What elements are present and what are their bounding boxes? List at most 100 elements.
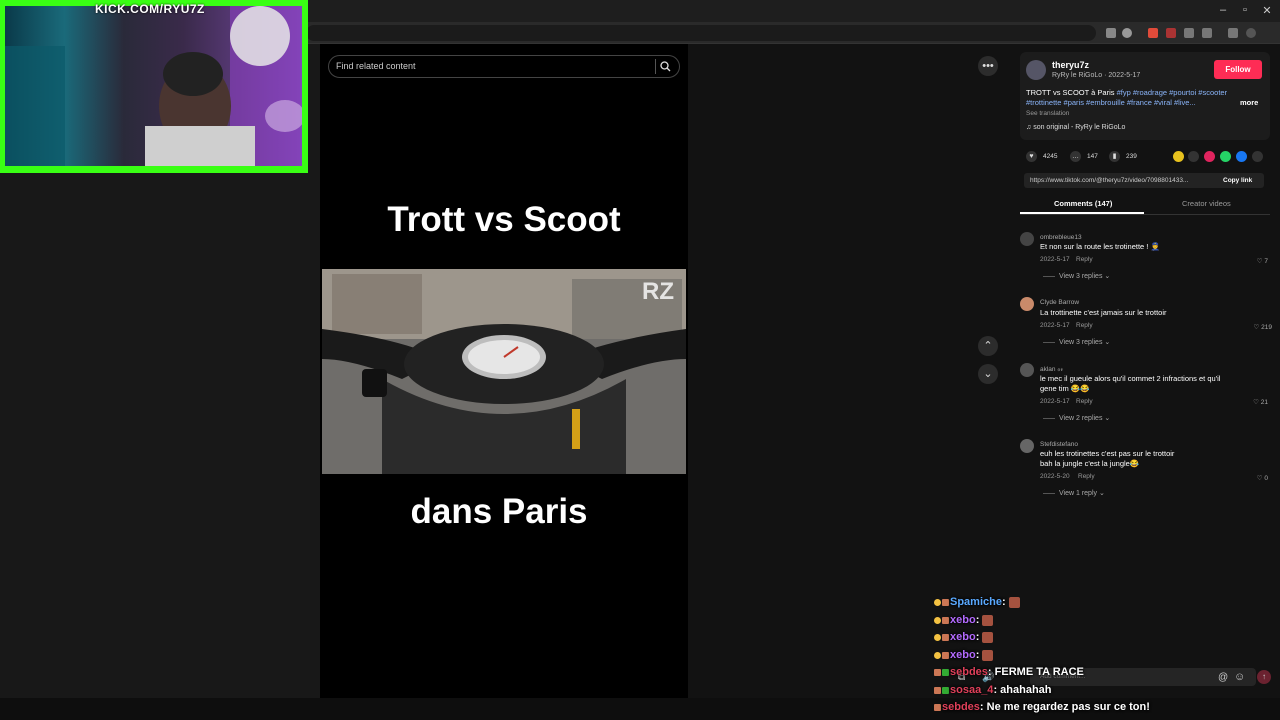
comment-reply-button[interactable]: Reply <box>1078 473 1095 480</box>
follow-button[interactable]: Follow <box>1214 60 1262 79</box>
comment-username[interactable]: ombrebleue13 <box>1040 234 1082 241</box>
comment-avatar[interactable] <box>1020 297 1034 311</box>
chat-text: ahahahah <box>1000 684 1052 696</box>
comment-like-count[interactable]: ♡ 0 <box>1238 474 1268 482</box>
copy-link-button[interactable]: Copy link <box>1223 177 1252 184</box>
facebook-icon[interactable] <box>1236 151 1247 162</box>
comment-username[interactable]: Stefdistefano <box>1040 441 1078 448</box>
replies-line <box>1043 418 1055 419</box>
embed-icon[interactable] <box>1188 151 1199 162</box>
comment-reply-button[interactable]: Reply <box>1076 256 1093 263</box>
comment-username[interactable]: aklan ℴ𝓇 <box>1040 365 1063 374</box>
badge-icon <box>934 703 941 711</box>
extension-icon[interactable] <box>1148 28 1158 38</box>
creator-username[interactable]: theryu7z <box>1052 60 1089 70</box>
badge-icon <box>934 598 941 606</box>
see-translation-link[interactable]: See translation <box>1026 110 1069 117</box>
comment-reply-button[interactable]: Reply <box>1076 398 1093 405</box>
comment-like-count[interactable]: ♡ 7 <box>1238 257 1268 265</box>
comment-avatar[interactable] <box>1020 363 1034 377</box>
streamer-image <box>5 6 302 166</box>
video-frame: RZ <box>322 269 686 474</box>
search-placeholder: Find related content <box>336 61 416 71</box>
chat-message: sebdes: FERME TA RACE <box>934 666 1084 678</box>
more-link[interactable]: more <box>1240 98 1258 109</box>
view-replies-label: View 2 replies <box>1059 415 1103 422</box>
tab-creator-videos[interactable]: Creator videos <box>1182 199 1231 208</box>
comment-date: 2022-5-17 <box>1040 322 1070 329</box>
badge-icon <box>942 598 949 606</box>
minimize-button[interactable]: – <box>1212 4 1234 16</box>
comment-avatar[interactable] <box>1020 439 1034 453</box>
more-options-icon[interactable]: ••• <box>978 56 998 76</box>
like-count-value: 219 <box>1261 324 1272 331</box>
chat-username: xebo <box>950 649 976 661</box>
comment-icon[interactable]: … <box>1070 151 1081 162</box>
address-bar[interactable] <box>306 25 1096 41</box>
creator-avatar[interactable] <box>1026 60 1046 80</box>
chat-message: xebo: <box>934 631 994 643</box>
post-comment-icon[interactable]: ↑ <box>1257 670 1271 684</box>
badge-icon <box>942 668 949 676</box>
whatsapp-icon[interactable] <box>1220 151 1231 162</box>
search-icon[interactable] <box>660 61 671 72</box>
puzzle-icon[interactable] <box>1202 28 1212 38</box>
cast-icon[interactable] <box>1106 28 1116 38</box>
comment-text: bah la jungle c'est la jungle😂 <box>1040 459 1140 468</box>
heart-icon[interactable]: ♥ <box>1026 151 1037 162</box>
chat-message: sosaa_4: ahahahah <box>934 684 1052 696</box>
hashtags-line-2[interactable]: #trottinette #paris #embrouille #france … <box>1026 98 1224 109</box>
bookmark-icon[interactable]: ▮ <box>1109 151 1120 162</box>
chat-username: sebdes <box>942 701 980 713</box>
maximize-button[interactable]: ▫ <box>1234 4 1256 16</box>
comment-date: 2022-5-20 <box>1040 473 1070 480</box>
view-replies-button[interactable]: View 3 replies ⌄ <box>1059 272 1110 280</box>
mention-icon[interactable]: @ <box>1218 672 1228 683</box>
view-replies-button[interactable]: View 3 replies ⌄ <box>1059 338 1110 346</box>
comment-username[interactable]: Clyde Barrow <box>1040 299 1079 306</box>
sound-name: son original - RyRy le RiGoLo <box>1033 124 1126 131</box>
close-window-button[interactable]: ✕ <box>1256 4 1278 17</box>
comment-text: Et non sur la route les trotinette ! 👮 <box>1040 242 1160 251</box>
comment-date: 2022-5-17 <box>1040 398 1070 405</box>
tab-comments[interactable]: Comments (147) <box>1054 199 1112 208</box>
chat-message: xebo: <box>934 614 994 626</box>
send-icon[interactable] <box>1204 151 1215 162</box>
extension-icon[interactable] <box>1184 28 1194 38</box>
comment-avatar[interactable] <box>1020 232 1034 246</box>
view-replies-label: View 3 replies <box>1059 339 1103 346</box>
menu-list-icon[interactable] <box>1228 28 1238 38</box>
hashtags-line-1[interactable]: #fyp #roadrage #pourtoi #scooter <box>1117 88 1228 97</box>
comment-text: La trottinette c'est jamais sur le trott… <box>1040 308 1167 317</box>
view-replies-button[interactable]: View 2 replies ⌄ <box>1059 414 1110 422</box>
replies-line <box>1043 342 1055 343</box>
video-caption-subtitle: dans Paris <box>410 492 588 531</box>
chat-username: sebdes <box>950 666 988 678</box>
chat-text: FERME TA RACE <box>994 666 1084 678</box>
heart-outline-icon: ♡ <box>1253 324 1262 331</box>
comment-text: gene tim 😂😂 <box>1040 384 1090 393</box>
emoji-icon[interactable]: ☺ <box>1234 671 1245 683</box>
tab-active-indicator <box>1020 212 1144 214</box>
chat-message: sebdes: Ne me regardez pas sur ce ton! <box>934 701 1150 713</box>
extension-icon[interactable] <box>1166 28 1176 38</box>
chat-colon: : <box>979 701 987 713</box>
chevron-down-icon[interactable]: ⌄ <box>978 364 998 384</box>
profile-avatar-icon[interactable] <box>1246 28 1256 38</box>
share-arrow-icon[interactable] <box>1252 151 1263 162</box>
like-count-value: 0 <box>1264 475 1268 482</box>
chat-username: xebo <box>950 631 976 643</box>
kick-url-label: KICK.COM/RYU7Z <box>95 2 205 16</box>
comment-reply-button[interactable]: Reply <box>1076 322 1093 329</box>
chevron-up-icon[interactable]: ⌃ <box>978 336 998 356</box>
sound-row[interactable]: ♫ son original - RyRy le RiGoLo <box>1026 124 1125 131</box>
view-replies-button[interactable]: View 1 reply ⌄ <box>1059 489 1105 497</box>
comment-like-count[interactable]: ♡ 219 <box>1242 323 1273 331</box>
creator-meta: RyRy le RiGoLo · 2022-5-17 <box>1052 72 1141 79</box>
comment-like-count[interactable]: ♡ 21 <box>1238 398 1268 406</box>
bookmark-star-icon[interactable] <box>1122 28 1132 38</box>
coin-icon[interactable] <box>1173 151 1184 162</box>
view-replies-label: View 3 replies <box>1059 273 1103 280</box>
search-divider <box>655 59 656 74</box>
badge-icon <box>934 633 941 641</box>
